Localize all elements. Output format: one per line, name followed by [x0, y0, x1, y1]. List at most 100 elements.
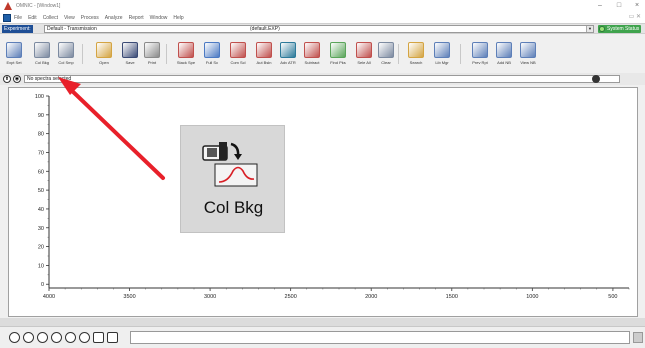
omnic-window: OMNIC - [Window1] – □ × File Edit Collec…: [0, 0, 645, 348]
auto-baseline-icon: [256, 42, 272, 58]
command-input[interactable]: [130, 331, 630, 344]
menu-analyze[interactable]: Analyze: [105, 15, 123, 21]
stack-spec-icon: [178, 42, 194, 58]
common-scale-icon: [230, 42, 246, 58]
col-bkg-button[interactable]: Col Bkg: [30, 38, 54, 70]
menu-collect[interactable]: Collect: [43, 15, 58, 21]
toolbar-button-label: Print: [147, 60, 157, 65]
bottom-toolbar: [0, 326, 645, 348]
toolbar-button-label: Find Pks: [330, 60, 346, 65]
menu-report[interactable]: Report: [129, 15, 144, 21]
x-tick-label: 3500: [123, 294, 135, 300]
menu-view[interactable]: View: [64, 15, 75, 21]
menu-file[interactable]: File: [14, 15, 22, 21]
x-tick-label: 2500: [285, 294, 297, 300]
window-title: OMNIC - [Window1]: [16, 3, 61, 9]
close-icon[interactable]: ×: [628, 0, 645, 12]
stack-spec-button[interactable]: Stack Spe: [174, 38, 198, 70]
preview-report-button[interactable]: Prev Rpt: [468, 38, 492, 70]
region-tool-icon[interactable]: [23, 332, 34, 343]
auto-baseline-button[interactable]: Aut Bsln: [252, 38, 276, 70]
common-scale-button[interactable]: Com Scl: [226, 38, 250, 70]
expand-tool-icon[interactable]: [93, 332, 104, 343]
select-all-button[interactable]: Sele All: [352, 38, 376, 70]
y-tick-label: 40: [38, 207, 44, 213]
minimize-icon[interactable]: –: [591, 0, 609, 12]
toolbar-button-label: View NB: [520, 60, 536, 65]
toolbar-button-label: Sele All: [357, 60, 371, 65]
expt-set-button[interactable]: Expt Set: [2, 38, 26, 70]
toolbar-button-label: Adv ATR: [280, 60, 296, 65]
menu-edit[interactable]: Edit: [28, 15, 37, 21]
search-button[interactable]: Search: [404, 38, 428, 70]
menu-help[interactable]: Help: [173, 15, 183, 21]
up-arrow-icon[interactable]: ⬆: [3, 75, 11, 83]
col-bkg-icon: [202, 142, 258, 187]
toolbar-button-label: Open: [99, 60, 109, 65]
zoom-callout: Col Bkg: [180, 125, 285, 233]
toolbar-button-label: Aut Bsln: [256, 60, 272, 65]
y-tick-label: 10: [38, 263, 44, 269]
spectrum-title-field[interactable]: No spectra selected: [24, 75, 620, 83]
spectrum-plot[interactable]: 10090807060504030201004000 3500 3000 2500 20…: [9, 88, 639, 318]
spectrum-selection-bar: ⬆ ◉ No spectra selected: [0, 73, 645, 85]
find-peaks-button[interactable]: Find Pks: [326, 38, 350, 70]
y-tick-label: 90: [38, 113, 44, 119]
resize-grip-icon[interactable]: [633, 332, 643, 343]
experiment-select[interactable]: Default - Transmission (default.EXP) ▼: [44, 25, 594, 33]
view-notebook-button[interactable]: View NB: [516, 38, 540, 70]
chevron-down-icon[interactable]: ▼: [586, 26, 593, 32]
dropdown-circle-icon[interactable]: [592, 75, 600, 83]
open-icon: [96, 42, 112, 58]
menu-window[interactable]: Window: [150, 15, 168, 21]
toolbar-button-label: Col Smp: [58, 60, 74, 65]
experiment-label: Experiment:: [2, 25, 33, 33]
text-tool-icon[interactable]: [79, 332, 90, 343]
toolbar-button-label: Add NB: [497, 60, 511, 65]
scroll-area: [0, 318, 645, 326]
document-icon[interactable]: [3, 13, 11, 22]
system-status-label: System Status: [607, 26, 640, 32]
mdi-controls-icon[interactable]: ▭ ✕: [629, 13, 641, 20]
toolbar-button-label: Subtract: [304, 60, 320, 65]
full-scale-icon: [204, 42, 220, 58]
y-tick-label: 50: [38, 188, 44, 194]
add-notebook-button[interactable]: Add NB: [492, 38, 516, 70]
annotation-tool-icon[interactable]: [65, 332, 76, 343]
adv-atr-icon: [280, 42, 296, 58]
toolbar-separator: [398, 44, 399, 64]
maximize-icon[interactable]: □: [610, 0, 628, 12]
col-smp-icon: [58, 42, 74, 58]
selection-tool-icon[interactable]: [9, 332, 20, 343]
toolbar-button-label: Stack Spe: [176, 60, 196, 65]
peak-height-tool-icon[interactable]: [37, 332, 48, 343]
toolbar-button-label: Clear: [381, 60, 391, 65]
add-notebook-icon: [496, 42, 512, 58]
open-button[interactable]: Open: [92, 38, 116, 70]
spectral-window[interactable]: 100 90 80 70 60 50 40 30 20 10 0 4000 3500 3000 2500 20…: [8, 87, 638, 317]
toolbar-separator: [460, 44, 461, 64]
col-smp-button[interactable]: Col Smp: [54, 38, 78, 70]
zoom-tool-icon[interactable]: [107, 332, 118, 343]
experiment-bar: Experiment: Default - Transmission (defa…: [0, 23, 645, 34]
adv-atr-button[interactable]: Adv ATR: [276, 38, 300, 70]
full-scale-button[interactable]: Full Sc: [200, 38, 224, 70]
system-status-indicator[interactable]: System Status: [598, 25, 642, 33]
experiment-file: (default.EXP): [250, 26, 280, 32]
save-icon: [122, 42, 138, 58]
subtract-button[interactable]: Subtract: [300, 38, 324, 70]
find-peaks-icon: [330, 42, 346, 58]
clear-button[interactable]: Clear: [374, 38, 398, 70]
save-button[interactable]: Save: [118, 38, 142, 70]
toolbar-button-label: Lib Mgr: [435, 60, 449, 65]
preview-report-icon: [472, 42, 488, 58]
print-button[interactable]: Print: [140, 38, 164, 70]
display-options-icon[interactable]: ◉: [13, 75, 21, 83]
peak-area-tool-icon[interactable]: [51, 332, 62, 343]
toolbar-button-label: Col Bkg: [34, 60, 49, 65]
library-manager-button[interactable]: Lib Mgr: [430, 38, 454, 70]
toolbar: Expt Set Col Bkg Col Smp Open Save Print Stack…: [0, 36, 645, 72]
x-tick-label: 4000: [43, 294, 55, 300]
menu-process[interactable]: Process: [81, 15, 99, 21]
x-tick-label: 1500: [446, 294, 458, 300]
